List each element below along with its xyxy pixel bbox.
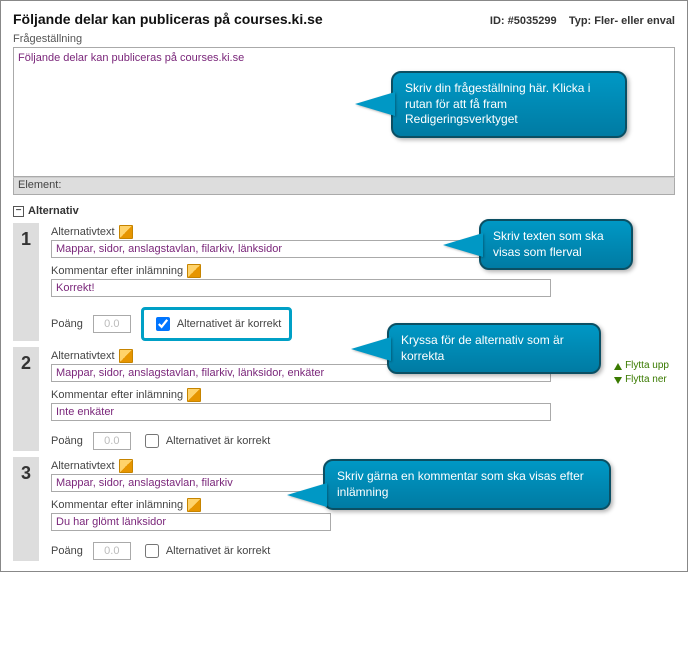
tip-alt-text: Skriv texten som ska visas som flerval xyxy=(479,219,633,270)
points-input[interactable] xyxy=(93,432,131,450)
alt-number: 1 xyxy=(13,223,39,341)
arrow-down-icon xyxy=(614,377,622,384)
move-down-button[interactable]: Flytta ner xyxy=(614,373,669,387)
correct-checkbox[interactable] xyxy=(156,317,170,331)
comment-label: Kommentar efter inlämning xyxy=(51,499,183,511)
comment-label: Kommentar efter inlämning xyxy=(51,389,183,401)
points-input[interactable] xyxy=(93,542,131,560)
correct-checkbox[interactable] xyxy=(145,544,159,558)
page-title: Följande delar kan publiceras på courses… xyxy=(13,11,323,27)
arrow-left-icon xyxy=(287,483,327,507)
comment-label: Kommentar efter inlämning xyxy=(51,265,183,277)
correct-checkbox[interactable] xyxy=(145,434,159,448)
alt-text-label: Alternativtext xyxy=(51,350,115,362)
move-controls: Flytta upp Flytta ner xyxy=(614,359,669,387)
question-text: Följande delar kan publiceras på courses… xyxy=(18,52,244,64)
element-bar: Element: xyxy=(13,177,675,195)
comment-input[interactable] xyxy=(51,513,331,531)
alt-number: 3 xyxy=(13,457,39,561)
edit-icon[interactable] xyxy=(187,498,201,512)
alternatives-heading: Alternativ xyxy=(28,205,79,217)
arrow-left-icon xyxy=(351,337,391,361)
header-meta: ID: #5035299 Typ: Fler- eller enval xyxy=(490,15,675,27)
points-label: Poäng xyxy=(51,545,83,557)
question-label: Frågeställning xyxy=(13,33,675,45)
arrow-left-icon xyxy=(355,92,395,116)
alt-text-label: Alternativtext xyxy=(51,460,115,472)
edit-icon[interactable] xyxy=(119,349,133,363)
points-label: Poäng xyxy=(51,435,83,447)
collapse-toggle[interactable]: − xyxy=(13,206,24,217)
edit-icon[interactable] xyxy=(119,459,133,473)
alt-number: 2 xyxy=(13,347,39,451)
correct-label: Alternativet är korrekt xyxy=(177,318,282,330)
edit-icon[interactable] xyxy=(187,388,201,402)
arrow-left-icon xyxy=(443,233,483,257)
points-label: Poäng xyxy=(51,318,83,330)
move-up-button[interactable]: Flytta upp xyxy=(614,359,669,373)
edit-icon[interactable] xyxy=(187,264,201,278)
comment-input[interactable] xyxy=(51,403,551,421)
points-input[interactable] xyxy=(93,315,131,333)
correct-label: Alternativet är korrekt xyxy=(166,435,271,447)
correct-label: Alternativet är korrekt xyxy=(166,545,271,557)
alt-text-label: Alternativtext xyxy=(51,226,115,238)
arrow-up-icon xyxy=(614,363,622,370)
tip-comment: Skriv gärna en kommentar som ska visas e… xyxy=(323,459,611,510)
comment-input[interactable] xyxy=(51,279,551,297)
tip-question: Skriv din frågeställning här. Klicka i r… xyxy=(391,71,627,138)
tip-correct: Kryssa för de alternativ som är korrekta xyxy=(387,323,601,374)
edit-icon[interactable] xyxy=(119,225,133,239)
